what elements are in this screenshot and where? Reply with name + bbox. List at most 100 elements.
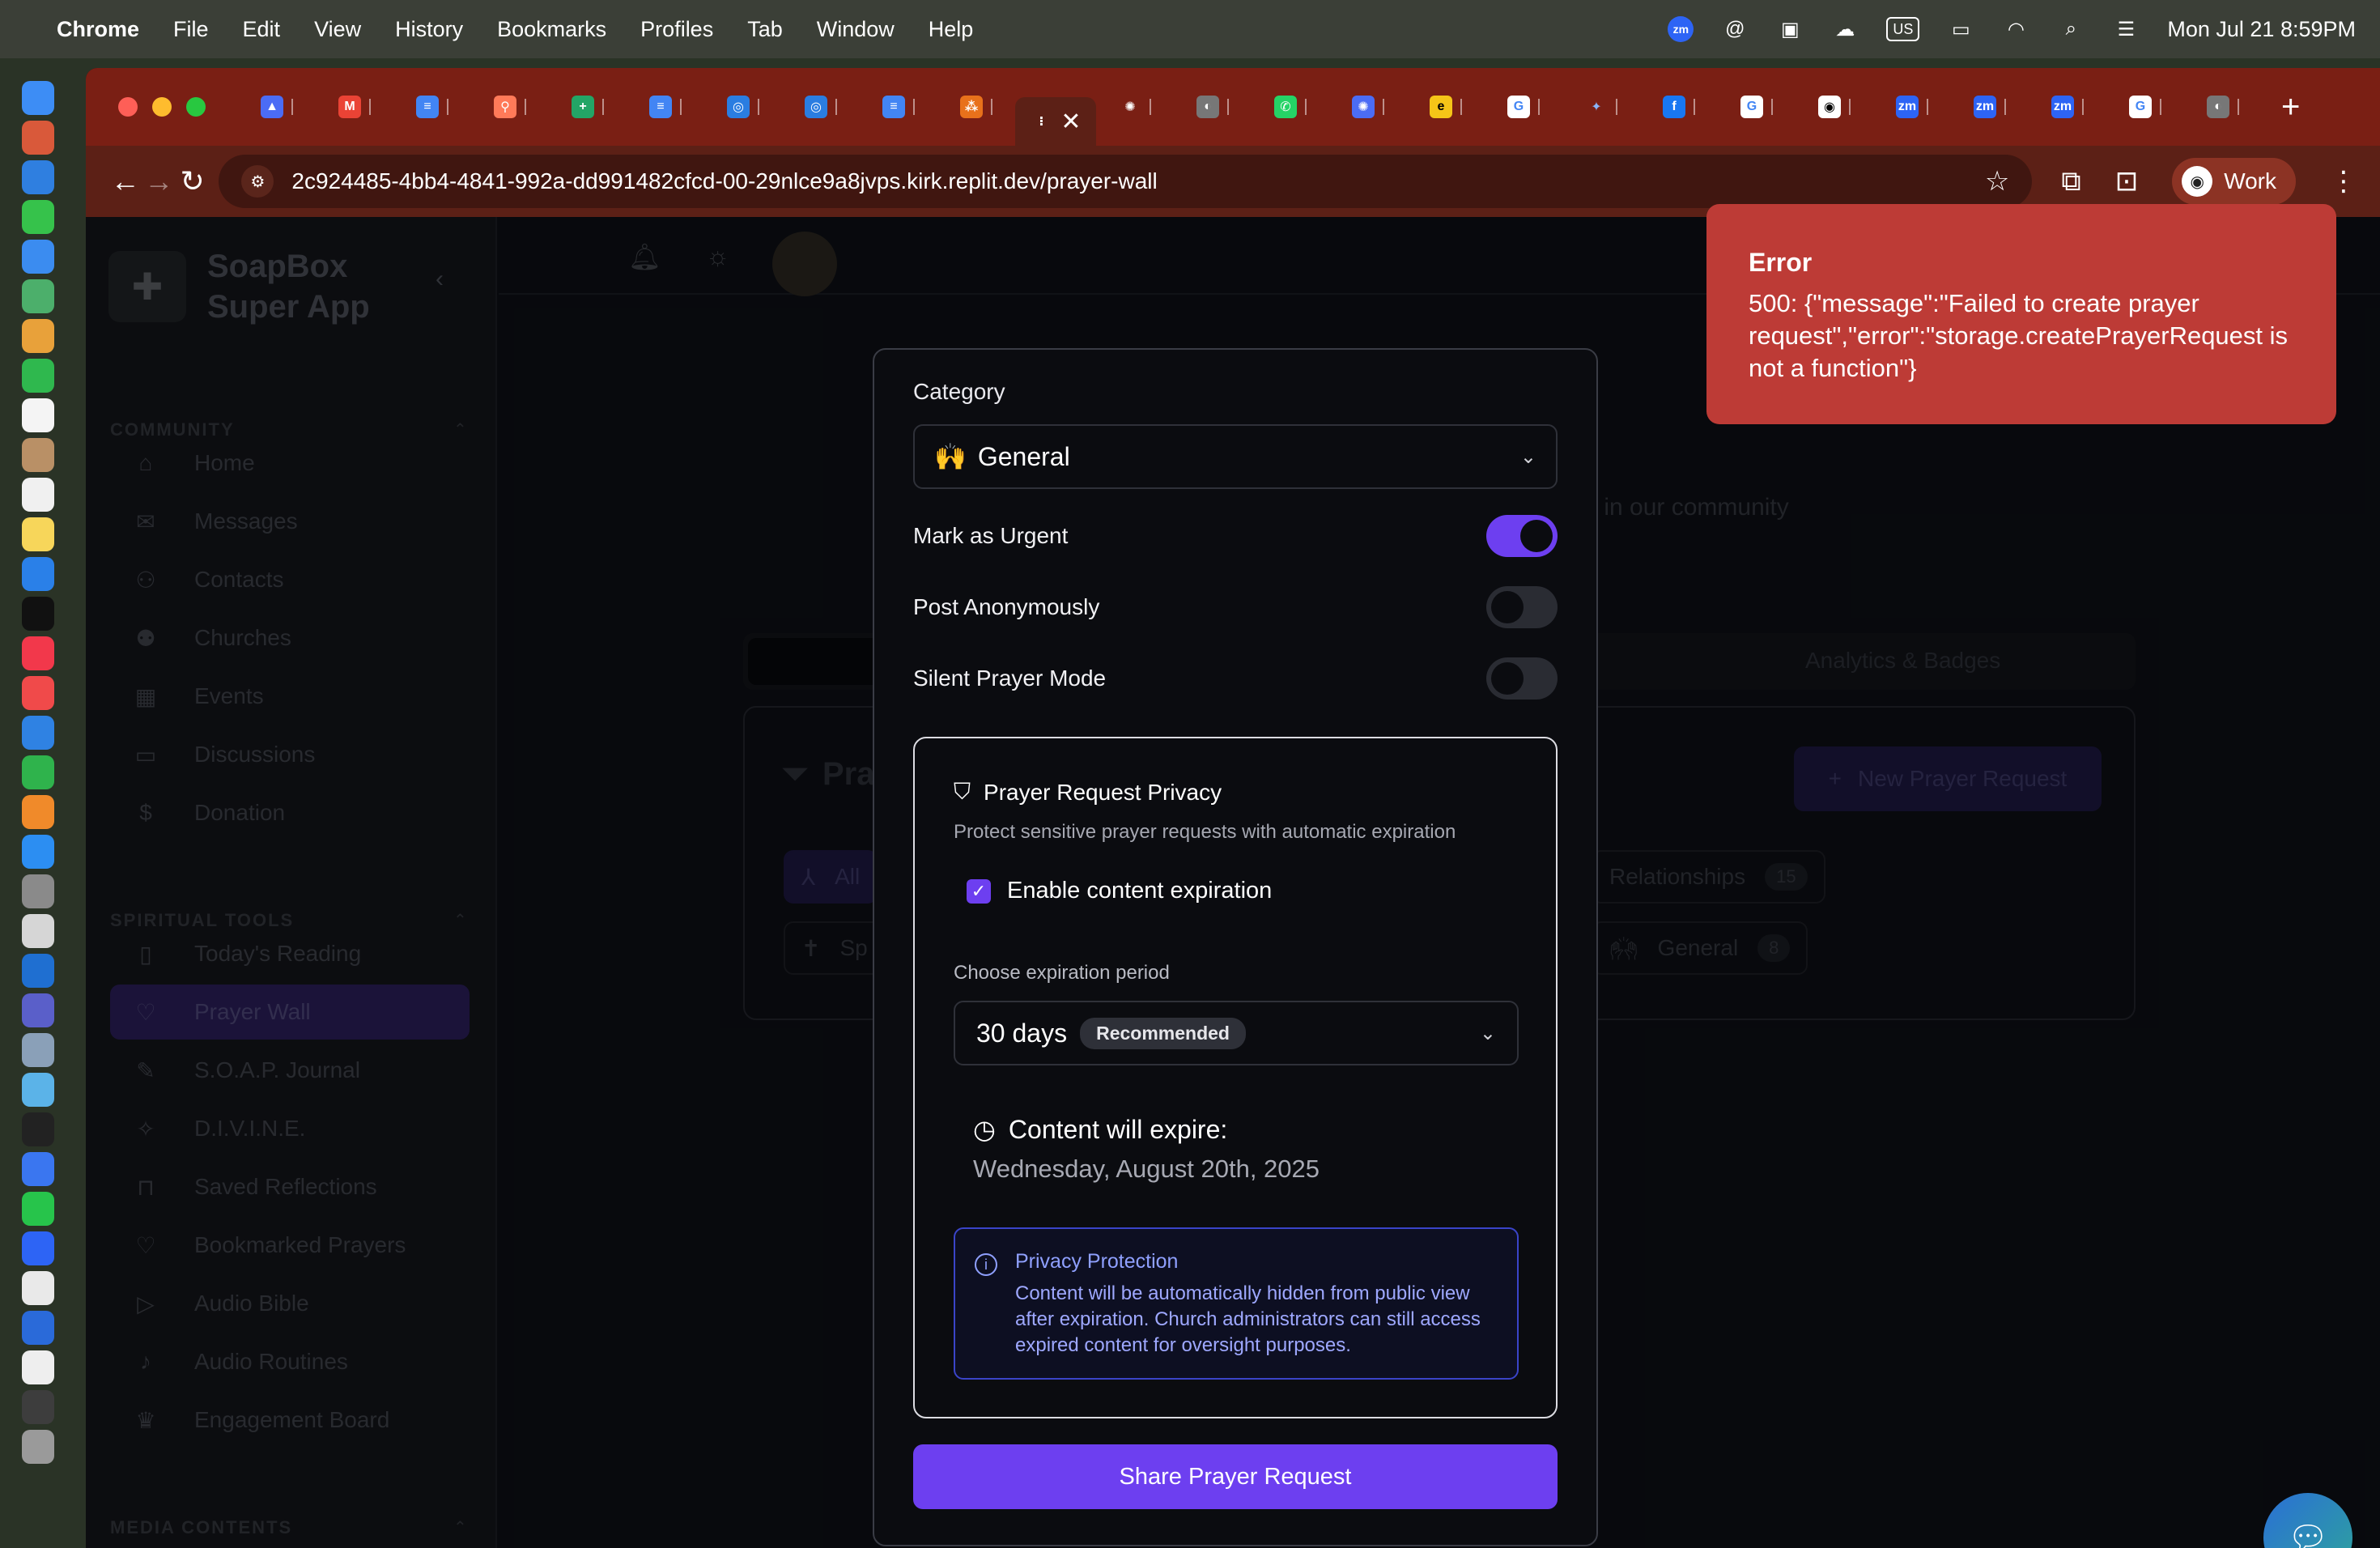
share-prayer-request-button[interactable]: Share Prayer Request	[913, 1444, 1558, 1509]
music-icon[interactable]	[22, 636, 54, 670]
browser-tab[interactable]: ◎	[704, 87, 782, 127]
extensions-icon[interactable]: ⧉	[2061, 166, 2080, 198]
battery-icon[interactable]: ▭	[1947, 17, 1974, 41]
browser-tab[interactable]: ◐	[1174, 87, 1252, 127]
system-settings-icon[interactable]	[22, 874, 54, 908]
forward-icon[interactable]: →	[142, 164, 175, 198]
browser-tab[interactable]: G	[2106, 87, 2184, 127]
close-tab-icon[interactable]: ✕	[1060, 108, 1081, 136]
menubar-clock[interactable]: Mon Jul 21 8:59PM	[2167, 17, 2356, 42]
at-sign-status-icon[interactable]: @	[1721, 17, 1749, 41]
enable-expiration-label[interactable]: Enable content expiration	[1007, 878, 1272, 904]
minimize-window-button[interactable]	[152, 97, 172, 117]
finder-icon[interactable]	[22, 81, 54, 115]
close-window-button[interactable]	[118, 97, 138, 117]
whatsapp-icon[interactable]	[22, 1192, 54, 1226]
trash-icon[interactable]	[22, 1430, 54, 1464]
address-bar[interactable]: ⚙ 2c924485-4bb4-4841-992a-dd991482cfcd-0…	[219, 155, 2033, 208]
wifi-icon[interactable]: ◠	[2002, 17, 2029, 41]
outlook-icon[interactable]	[22, 954, 54, 988]
anonymous-toggle[interactable]	[1486, 586, 1558, 628]
chrome-icon[interactable]	[22, 1271, 54, 1305]
menu-history[interactable]: History	[395, 17, 463, 42]
browser-tab[interactable]: ◉	[1796, 87, 1873, 127]
menu-window[interactable]: Window	[817, 17, 895, 42]
browser-tab[interactable]: ◎	[782, 87, 860, 127]
photos-icon[interactable]	[22, 319, 54, 353]
bookmark-star-icon[interactable]: ☆	[1985, 165, 2009, 198]
error-toast[interactable]: Error 500: {"message":"Failed to create …	[1706, 204, 2336, 424]
signal-icon[interactable]	[22, 1152, 54, 1186]
browser-tab[interactable]: ▲	[238, 87, 316, 127]
news-icon[interactable]	[22, 676, 54, 710]
site-settings-icon[interactable]: ⚙	[241, 165, 274, 198]
input-source[interactable]: US	[1886, 17, 1920, 41]
category-select[interactable]: 🙌 General ⌄	[913, 424, 1558, 489]
mail-icon[interactable]	[22, 240, 54, 274]
safari-icon[interactable]	[22, 160, 54, 194]
menu-edit[interactable]: Edit	[243, 17, 281, 42]
downloads-icon[interactable]	[22, 1390, 54, 1424]
browser-tab[interactable]: f	[1640, 87, 1718, 127]
browser-tab[interactable]: G	[1718, 87, 1796, 127]
maps-icon[interactable]	[22, 279, 54, 313]
reload-icon[interactable]: ↻	[176, 164, 209, 198]
urgent-toggle[interactable]	[1486, 515, 1558, 557]
menu-profiles[interactable]: Profiles	[640, 17, 713, 42]
menu-app-name[interactable]: Chrome	[57, 17, 139, 42]
cloud-status-icon[interactable]: ☁	[1831, 17, 1859, 41]
chrome-menu-icon[interactable]: ⋮	[2330, 165, 2357, 198]
silent-mode-toggle[interactable]	[1486, 657, 1558, 700]
keynote-icon[interactable]	[22, 716, 54, 750]
menu-view[interactable]: View	[314, 17, 361, 42]
spotlight-search-icon[interactable]: ⌕	[2057, 17, 2085, 41]
url-text[interactable]: 2c924485-4bb4-4841-992a-dd991482cfcd-00-…	[291, 168, 1985, 194]
browser-tab[interactable]: +	[549, 87, 627, 127]
expiration-period-select[interactable]: 30 days Recommended ⌄	[954, 1001, 1519, 1065]
menu-help[interactable]: Help	[929, 17, 974, 42]
browser-tab[interactable]: ✺	[1329, 87, 1407, 127]
browser-tab[interactable]: ✺	[1096, 87, 1174, 127]
control-center-icon[interactable]: ☰	[2112, 17, 2140, 41]
menu-bookmarks[interactable]: Bookmarks	[497, 17, 606, 42]
terminal-icon[interactable]	[22, 1112, 54, 1146]
finder-2-icon[interactable]	[22, 1073, 54, 1107]
browser-tab-active[interactable]: ⁝ ✕	[1015, 97, 1096, 146]
browser-tab[interactable]: ✦	[1562, 87, 1640, 127]
calendar-icon[interactable]	[22, 398, 54, 432]
contacts-icon[interactable]	[22, 438, 54, 472]
utility-icon[interactable]	[22, 914, 54, 948]
browser-tab[interactable]: ✆	[1252, 87, 1329, 127]
zoom-window-button[interactable]	[186, 97, 206, 117]
browser-tab[interactable]: e	[1407, 87, 1485, 127]
1password-icon[interactable]	[22, 1311, 54, 1345]
pages-icon[interactable]	[22, 795, 54, 829]
profile-button[interactable]: ◉ Work	[2172, 158, 2297, 205]
menu-file[interactable]: File	[173, 17, 209, 42]
browser-tab[interactable]: zm	[2029, 87, 2106, 127]
preview-icon[interactable]	[22, 1033, 54, 1067]
document-icon[interactable]	[22, 1350, 54, 1384]
zoom-status-icon[interactable]: zm	[1668, 16, 1694, 42]
teams-icon[interactable]	[22, 993, 54, 1027]
browser-tab[interactable]: ⁂	[937, 87, 1015, 127]
tab-search-icon[interactable]: ⊡	[2115, 165, 2139, 198]
browser-tab[interactable]: ≡	[860, 87, 937, 127]
enable-expiration-checkbox[interactable]: ✓	[967, 878, 991, 904]
enable-expiration-row[interactable]: ✓ Enable content expiration	[967, 878, 1272, 904]
tv-icon[interactable]	[22, 597, 54, 631]
reminders-icon[interactable]	[22, 478, 54, 512]
browser-tab[interactable]: ≡	[627, 87, 704, 127]
new-tab-icon[interactable]: +	[2281, 89, 2300, 125]
messages-icon[interactable]	[22, 200, 54, 234]
browser-tab[interactable]: ◐	[2184, 87, 2262, 127]
outlook-status-icon[interactable]: ▣	[1776, 17, 1804, 41]
numbers-icon[interactable]	[22, 755, 54, 789]
browser-tab[interactable]: zm	[1873, 87, 1951, 127]
browser-tab[interactable]: G	[1485, 87, 1562, 127]
freeform-icon[interactable]	[22, 557, 54, 591]
launchpad-icon[interactable]	[22, 121, 54, 155]
browser-tab[interactable]: M	[316, 87, 393, 127]
zoom-icon[interactable]	[22, 1231, 54, 1265]
back-icon[interactable]: ←	[108, 164, 142, 198]
